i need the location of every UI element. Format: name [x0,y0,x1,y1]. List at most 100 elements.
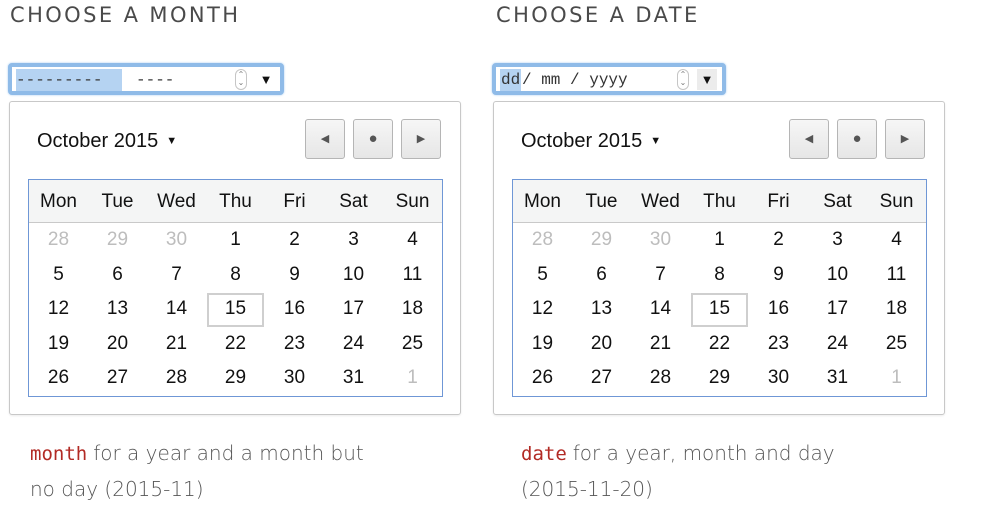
month-year-selector[interactable]: October 2015 ▼ [521,130,661,153]
picker-input[interactable]: dd / mm / yyyy ⌃ ⌄ ▼ [492,63,726,95]
calendar-day-other-month[interactable]: 28 [513,223,572,258]
calendar-day-other-month[interactable]: 1 [867,361,926,396]
calendar-day[interactable]: 16 [749,292,808,327]
calendar-day[interactable]: 26 [513,361,572,396]
calendar-day[interactable]: 23 [265,327,324,362]
section-heading: CHOOSE A DATE [496,3,700,27]
calendar-day[interactable]: 31 [324,361,383,396]
weekday-label: Tue [101,191,134,212]
calendar-day[interactable]: 2 [265,223,324,258]
calendar-day[interactable]: 13 [88,292,147,327]
weekday-label: Sun [395,191,430,212]
calendar-week-row: 5 6 7 8 9 10 11 [29,258,442,293]
calendar-day[interactable]: 11 [867,258,926,293]
weekday-label: Wed [157,191,196,212]
calendar-day[interactable]: 12 [513,292,572,327]
calendar-day-other-month[interactable]: 29 [88,223,147,258]
next-month-button[interactable]: ▶ [885,119,925,159]
calendar-day[interactable]: 13 [572,292,631,327]
calendar-week-row: 12 13 14 15 16 17 18 [29,292,442,327]
calendar-day[interactable]: 31 [808,361,867,396]
calendar-day[interactable]: 1 [690,223,749,258]
calendar-day[interactable]: 29 [690,361,749,396]
calendar-popup: October 2015 ▼ ◀ ● ▶ Mon Tue Wed Thu Fri Sat Su… [493,101,945,415]
calendar-day[interactable]: 30 [265,361,324,396]
calendar-week-row: 28 29 30 1 2 3 4 [29,223,442,258]
calendar-day[interactable]: 29 [206,361,265,396]
today-button[interactable]: ● [353,119,393,159]
calendar-day[interactable]: 1 [206,223,265,258]
picker-input[interactable]: --------- ---- ⌃ ⌄ ▼ [8,63,284,95]
calendar-day[interactable]: 8 [206,258,265,293]
calendar-day[interactable]: 14 [631,292,690,327]
calendar-day-today[interactable]: 15 [206,292,265,327]
calendar-day-other-month[interactable]: 30 [147,223,206,258]
calendar-day[interactable]: 6 [572,258,631,293]
dropdown-arrow-icon[interactable]: ▼ [697,69,717,90]
calendar-week-row: 19 20 21 22 23 24 25 [29,327,442,362]
calendar-day[interactable]: 7 [631,258,690,293]
calendar-day-today[interactable]: 15 [690,292,749,327]
calendar-day[interactable]: 11 [383,258,442,293]
calendar-day[interactable]: 17 [324,292,383,327]
calendar-day[interactable]: 21 [147,327,206,362]
calendar-day[interactable]: 7 [147,258,206,293]
calendar-day[interactable]: 12 [29,292,88,327]
calendar-day[interactable]: 10 [324,258,383,293]
calendar-day-other-month[interactable]: 28 [29,223,88,258]
calendar-day[interactable]: 28 [147,361,206,396]
next-month-button[interactable]: ▶ [401,119,441,159]
input-segment-1[interactable]: --------- [16,69,122,91]
calendar-day[interactable]: 10 [808,258,867,293]
calendar-day[interactable]: 14 [147,292,206,327]
prev-month-button[interactable]: ◀ [789,119,829,159]
calendar-day[interactable]: 21 [631,327,690,362]
calendar-day[interactable]: 19 [513,327,572,362]
calendar-day[interactable]: 22 [206,327,265,362]
calendar-day[interactable]: 22 [690,327,749,362]
calendar-day[interactable]: 2 [749,223,808,258]
calendar-day[interactable]: 30 [749,361,808,396]
calendar-day[interactable]: 25 [383,327,442,362]
calendar-day[interactable]: 19 [29,327,88,362]
calendar-day-other-month[interactable]: 30 [631,223,690,258]
spinner-icon[interactable]: ⌃ ⌄ [677,69,689,90]
calendar-day[interactable]: 26 [29,361,88,396]
calendar-day[interactable]: 17 [808,292,867,327]
calendar-day[interactable]: 24 [808,327,867,362]
month-year-selector[interactable]: October 2015 ▼ [37,130,177,153]
calendar-day[interactable]: 18 [867,292,926,327]
calendar-day[interactable]: 28 [631,361,690,396]
spinner-icon[interactable]: ⌃ ⌄ [235,69,247,90]
calendar-day-other-month[interactable]: 29 [572,223,631,258]
input-segment-2[interactable]: / mm / yyyy [522,69,628,91]
calendar-day[interactable]: 23 [749,327,808,362]
calendar-day[interactable]: 4 [867,223,926,258]
calendar-day[interactable]: 3 [808,223,867,258]
calendar-day[interactable]: 27 [572,361,631,396]
weekday-label: Sun [879,191,914,212]
dropdown-arrow-icon[interactable]: ▼ [256,69,276,90]
weekday-label: Sat [823,191,852,212]
calendar-day[interactable]: 20 [572,327,631,362]
calendar-day[interactable]: 4 [383,223,442,258]
input-segment-1[interactable]: dd [500,69,522,91]
calendar-day[interactable]: 9 [749,258,808,293]
today-button[interactable]: ● [837,119,877,159]
calendar-day[interactable]: 25 [867,327,926,362]
calendar-day[interactable]: 5 [29,258,88,293]
calendar-day[interactable]: 16 [265,292,324,327]
calendar-day[interactable]: 27 [88,361,147,396]
calendar-day[interactable]: 6 [88,258,147,293]
prev-month-button[interactable]: ◀ [305,119,345,159]
input-segment-2[interactable]: ---- [136,69,174,91]
calendar-day[interactable]: 24 [324,327,383,362]
calendar-day[interactable]: 9 [265,258,324,293]
calendar-day-other-month[interactable]: 1 [383,361,442,396]
calendar-day[interactable]: 18 [383,292,442,327]
calendar-day[interactable]: 3 [324,223,383,258]
calendar-day[interactable]: 20 [88,327,147,362]
month-year-label: October 2015 [521,130,643,152]
calendar-day[interactable]: 8 [690,258,749,293]
calendar-day[interactable]: 5 [513,258,572,293]
